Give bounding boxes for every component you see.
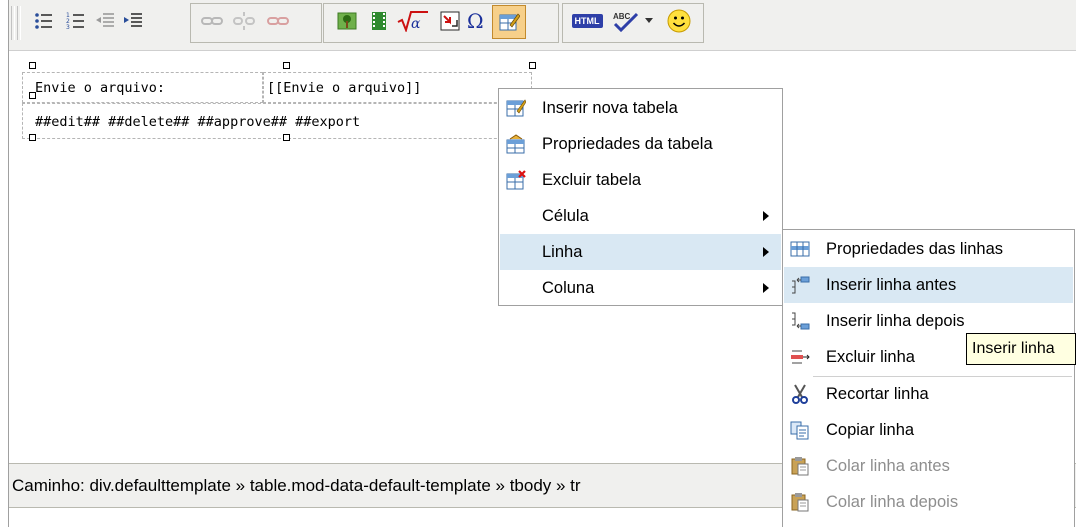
cut-icon [792, 384, 808, 404]
menu-item-label: Coluna [542, 279, 595, 297]
resize-handle[interactable] [29, 62, 36, 69]
html-label: HTML [571, 14, 603, 28]
smiley-icon[interactable] [664, 6, 694, 36]
menu-item-cut-row[interactable]: Recortar linha [784, 376, 1073, 412]
outdent-icon[interactable] [92, 6, 118, 36]
cell-text-placeholder: [[Envie o arquivo]] [267, 80, 422, 96]
dropdown-icon[interactable] [642, 6, 656, 36]
insert-row-before-icon [792, 276, 810, 294]
table-properties-icon [506, 134, 525, 154]
toolbar-separator [17, 6, 21, 40]
menu-item-row[interactable]: Linha [500, 234, 781, 270]
menu-item-paste-row-after[interactable]: Colar linha depois [784, 484, 1073, 520]
image-icon[interactable] [334, 6, 360, 36]
copy-icon [790, 421, 809, 440]
svg-text:ABC: ABC [613, 12, 631, 21]
cell-text-actions: ##edit## ##delete## ##approve## ##export [35, 114, 361, 130]
cell-text-label: Envie o arquivo: [35, 80, 166, 96]
menu-item-label: Recortar linha [826, 385, 929, 403]
menu-item-cell[interactable]: Célula [500, 198, 781, 234]
submenu-arrow-icon [763, 247, 769, 257]
row-submenu: Propriedades das linhas Inserir linha an… [782, 229, 1075, 527]
menu-item-column[interactable]: Coluna [500, 270, 781, 306]
menu-item-label: Inserir linha depois [826, 312, 965, 330]
paste-icon [791, 457, 809, 476]
paste-icon [791, 493, 809, 512]
svg-text:Ω: Ω [467, 10, 484, 32]
numbered-list-icon[interactable]: 123 [63, 6, 89, 36]
anchor-icon[interactable] [265, 6, 291, 36]
menu-item-paste-row-before[interactable]: Colar linha antes [784, 448, 1073, 484]
menu-item-insert-table[interactable]: Inserir nova tabela [500, 90, 781, 126]
svg-text:3: 3 [66, 24, 70, 31]
menu-item-label: Colar linha depois [826, 493, 959, 511]
media-icon[interactable] [366, 6, 392, 36]
resize-handle[interactable] [283, 62, 290, 69]
menu-item-insert-row-before[interactable]: Inserir linha antes [784, 267, 1073, 303]
menu-item-table-properties[interactable]: Propriedades da tabela [500, 126, 781, 162]
indent-icon[interactable] [120, 6, 146, 36]
menu-item-label: Propriedades da tabela [542, 135, 713, 153]
menu-item-label: Excluir tabela [542, 171, 642, 189]
resize-handle[interactable] [529, 62, 536, 69]
resize-handle[interactable] [283, 134, 290, 141]
insert-row-after-icon [792, 312, 810, 330]
table-icon[interactable] [437, 6, 463, 36]
submenu-arrow-icon [763, 283, 769, 293]
menu-item-row-properties[interactable]: Propriedades das linhas [784, 231, 1073, 267]
table-insert-icon [506, 99, 526, 117]
delete-row-icon [791, 350, 810, 364]
bullet-list-icon[interactable] [31, 6, 57, 36]
table-delete-icon [506, 170, 526, 190]
html-icon[interactable]: HTML [569, 6, 605, 36]
link-icon[interactable] [199, 6, 225, 36]
resize-handle[interactable] [29, 134, 36, 141]
toolbar-separator [11, 6, 15, 40]
menu-item-label: Copiar linha [826, 421, 915, 439]
row-properties-icon [790, 241, 810, 257]
tooltip: Inserir linha [966, 333, 1076, 365]
editor-toolbar: 123 α Ω HTML ABC [9, 0, 1076, 51]
element-path: Caminho: div.defaulttemplate » table.mod… [12, 476, 581, 495]
menu-item-label: Propriedades das linhas [826, 240, 1004, 258]
spellcheck-icon[interactable]: ABC [611, 6, 641, 36]
equation-icon[interactable]: α [395, 6, 431, 36]
menu-item-label: Inserir nova tabela [542, 99, 678, 117]
special-char-icon[interactable]: Ω [464, 6, 490, 36]
menu-item-label: Célula [542, 207, 589, 225]
menu-item-label: Excluir linha [826, 348, 915, 366]
menu-item-delete-table[interactable]: Excluir tabela [500, 162, 781, 198]
unlink-icon[interactable] [231, 6, 257, 36]
menu-item-label: Colar linha antes [826, 457, 950, 475]
table-props-icon[interactable] [492, 5, 526, 39]
resize-handle[interactable] [29, 92, 36, 99]
svg-text:α: α [411, 16, 421, 32]
table-context-menu: Inserir nova tabela Propriedades da tabe… [498, 88, 783, 306]
menu-item-copy-row[interactable]: Copiar linha [784, 412, 1073, 448]
submenu-arrow-icon [763, 211, 769, 221]
menu-item-label: Inserir linha antes [826, 276, 957, 294]
menu-item-label: Linha [542, 243, 583, 261]
